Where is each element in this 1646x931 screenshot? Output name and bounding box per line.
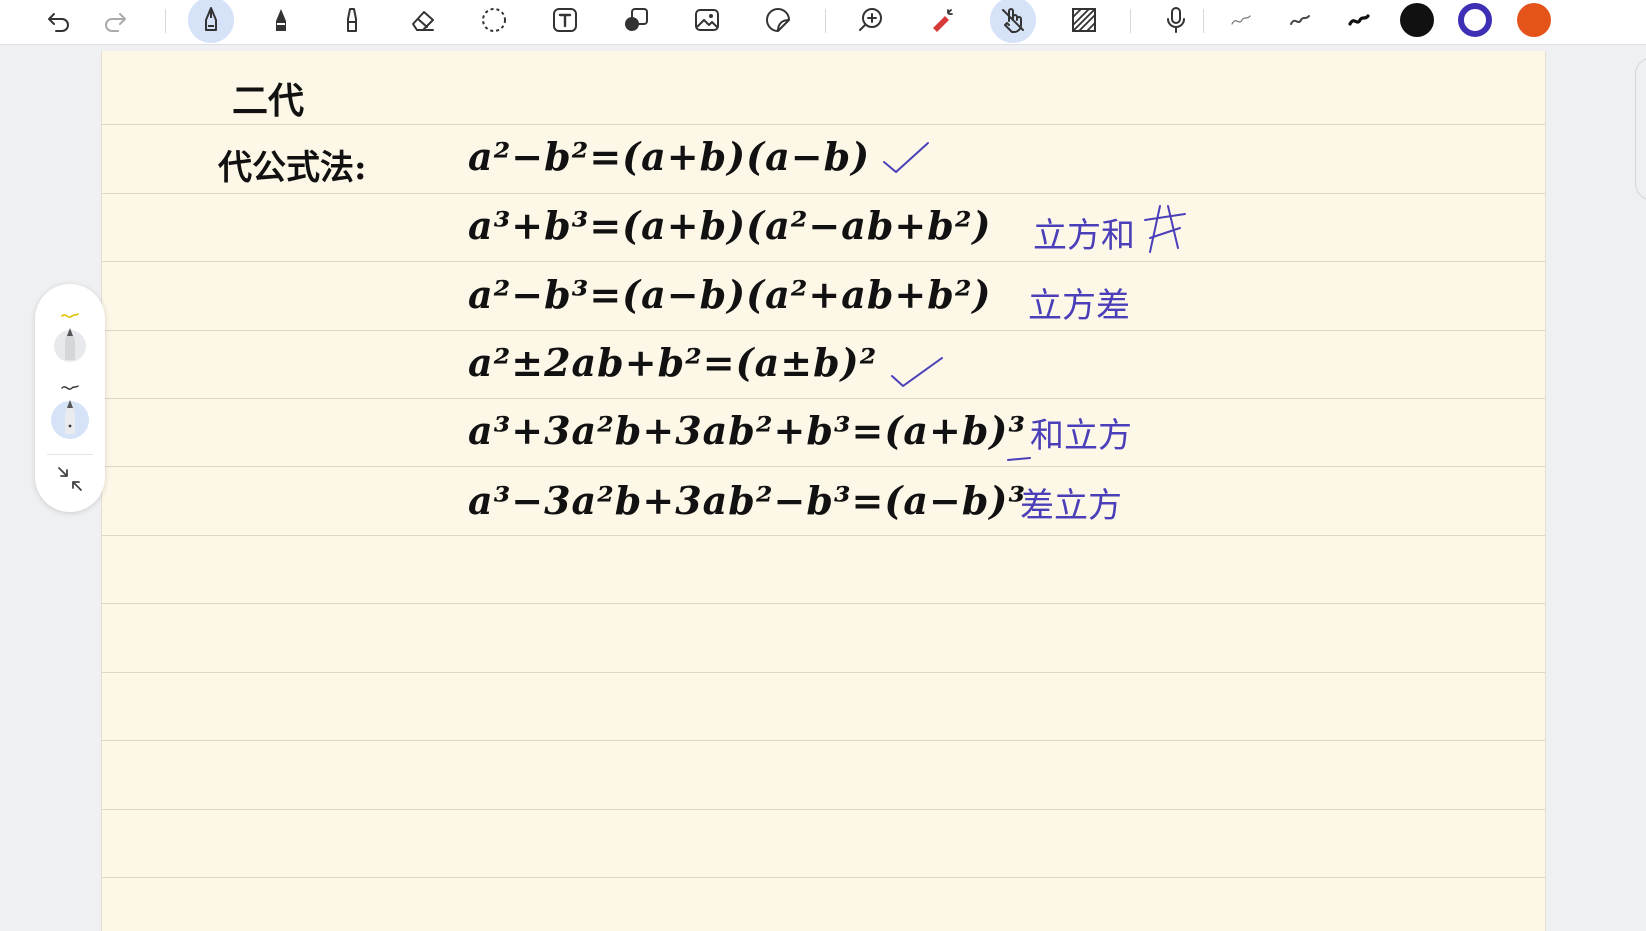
panel-divider xyxy=(47,454,93,455)
check-mark xyxy=(891,357,943,387)
underline-mark xyxy=(1007,457,1031,461)
pen-preset-blue[interactable] xyxy=(50,382,90,444)
pen-preset-yellow[interactable] xyxy=(50,310,90,370)
ink-marks-layer xyxy=(0,0,1646,930)
star-mark xyxy=(1144,205,1186,253)
collapse-panel-icon[interactable] xyxy=(55,464,85,494)
page-sidebar-handle[interactable] xyxy=(1635,58,1646,200)
check-mark xyxy=(883,142,929,173)
pen-presets-panel xyxy=(35,284,105,512)
